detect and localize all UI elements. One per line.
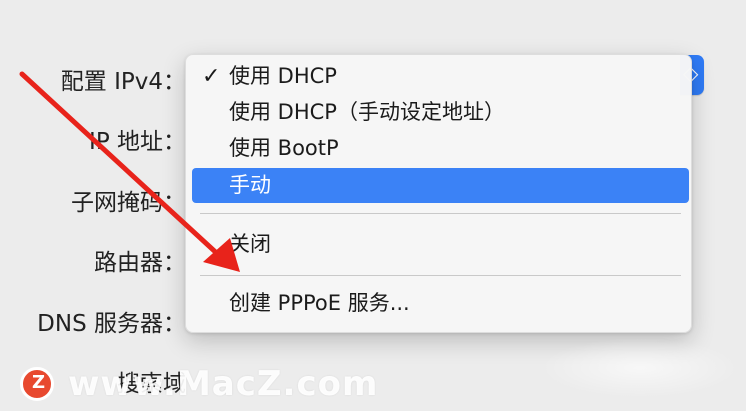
watermark-blur [540, 338, 740, 398]
watermark: Z www.MacZ.com [20, 364, 378, 404]
macz-logo-icon: Z [20, 367, 54, 401]
watermark-text: www.MacZ.com [68, 364, 379, 404]
